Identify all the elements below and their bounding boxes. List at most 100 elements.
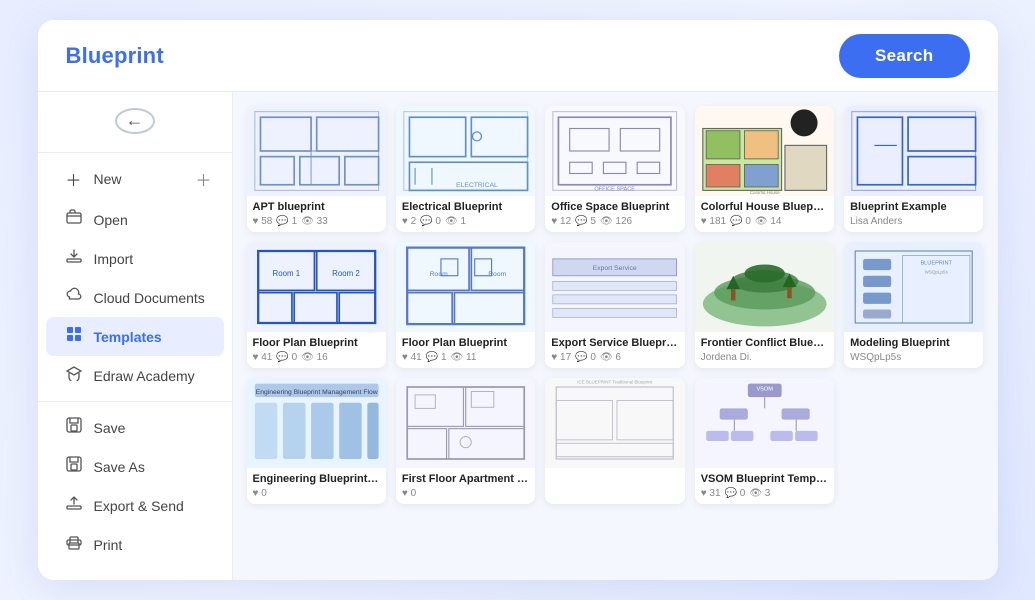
template-thumbnail-vsom: VSOM <box>695 378 834 468</box>
app-title: Blueprint <box>66 43 164 69</box>
svg-text:ELECTRICAL: ELECTRICAL <box>456 182 498 189</box>
template-name-first-floor: First Floor Apartment Blueprint <box>402 473 529 485</box>
meta-likes-office: ♥ 12 <box>551 216 571 227</box>
meta-views-office: 👁 126 <box>600 216 632 227</box>
back-button[interactable]: ← <box>115 108 155 134</box>
add-icon: ＋ <box>195 167 211 191</box>
meta-comments-colorful: 💬 0 <box>730 216 751 227</box>
template-thumbnail-apt <box>247 106 386 196</box>
svg-text:BLUEPRINT: BLUEPRINT <box>921 261 953 267</box>
template-info-colorful: Colorful House Blueprint ♥ 181 💬 0 👁 14 <box>695 196 834 232</box>
template-meta-modeling: WSQpLp5s <box>850 352 977 363</box>
sidebar-item-open[interactable]: Open <box>46 200 224 239</box>
meta-views-colorful: 👁 14 <box>755 216 782 227</box>
template-card-apt[interactable]: APT blueprint ♥ 58 💬 1 👁 33 <box>247 106 386 232</box>
template-thumbnail-modeling: BLUEPRINT WSQpLp5s <box>844 242 983 332</box>
template-name-colorful: Colorful House Blueprint <box>701 201 828 213</box>
sidebar-item-save-as[interactable]: Save As <box>46 447 224 486</box>
template-thumbnail-colorful: Colorful House <box>695 106 834 196</box>
template-card-blank[interactable]: ICE BLUEPRINT Traditional Blueprint <box>545 378 684 504</box>
template-info-vsom: VSOM Blueprint Template ♥ 31 💬 0 👁 3 <box>695 468 834 504</box>
template-name-frontier: Frontier Conflict Blueprints <box>701 337 828 349</box>
sidebar-label-save-as: Save As <box>94 459 145 475</box>
template-name-example: Blueprint Example <box>850 201 977 213</box>
template-meta-frontier: Jordena Di. <box>701 352 828 363</box>
template-info-floorplan2: Floor Plan Blueprint ♥ 41 💬 1 👁 11 <box>396 332 535 368</box>
svg-text:OFFICE SPACE: OFFICE SPACE <box>595 186 636 192</box>
template-thumbnail-engineering: Engineering Blueprint Management Flow <box>247 378 386 468</box>
template-meta-vsom: ♥ 31 💬 0 👁 3 <box>701 488 828 499</box>
template-thumbnail-example <box>844 106 983 196</box>
template-meta-colorful: ♥ 181 💬 0 👁 14 <box>701 216 828 227</box>
sidebar-divider <box>38 152 232 153</box>
meta-comments-electrical: 💬 0 <box>420 216 441 227</box>
template-info-engineering: Engineering Blueprint Management Flow ♥ … <box>247 468 386 504</box>
template-card-export-service[interactable]: Export Service Export Service Blueprint … <box>545 242 684 368</box>
template-meta-engineering: ♥ 0 <box>253 488 380 499</box>
svg-text:Colorful House: Colorful House <box>750 190 780 195</box>
sidebar-label-new: New <box>94 171 122 187</box>
template-card-example[interactable]: Blueprint Example Lisa Anders <box>844 106 983 232</box>
template-meta-floorplan2: ♥ 41 💬 1 👁 11 <box>402 352 529 363</box>
template-thumbnail-floorplan2: Room Room <box>396 242 535 332</box>
template-name-floorplan1: Floor Plan Blueprint <box>253 337 380 349</box>
sidebar-item-academy[interactable]: Edraw Academy <box>46 356 224 395</box>
template-info-modeling: Modeling Blueprint WSQpLp5s <box>844 332 983 368</box>
template-meta-floorplan1: ♥ 41 💬 0 👁 16 <box>253 352 380 363</box>
template-card-electrical[interactable]: ELECTRICAL Electrical Blueprint ♥ 2 💬 0 … <box>396 106 535 232</box>
template-info-electrical: Electrical Blueprint ♥ 2 💬 0 👁 1 <box>396 196 535 232</box>
meta-views-apt: 👁 33 <box>301 216 328 227</box>
template-meta-example: Lisa Anders <box>850 216 977 227</box>
sidebar-item-save[interactable]: Save <box>46 408 224 447</box>
template-thumbnail-electrical: ELECTRICAL <box>396 106 535 196</box>
sidebar-item-import[interactable]: Import <box>46 239 224 278</box>
template-thumbnail-floorplan1: Room 1 Room 2 <box>247 242 386 332</box>
export-icon <box>64 495 84 516</box>
template-info-example: Blueprint Example Lisa Anders <box>844 196 983 232</box>
template-card-frontier[interactable]: Frontier Conflict Blueprints Jordena Di. <box>695 242 834 368</box>
sidebar-label-save: Save <box>94 420 126 436</box>
sidebar-item-new[interactable]: ＋ New ＋ <box>46 158 224 200</box>
template-thumbnail-frontier <box>695 242 834 332</box>
sidebar-label-import: Import <box>94 251 134 267</box>
template-card-floorplan1[interactable]: Room 1 Room 2 Floor Plan Blueprint ♥ 41 … <box>247 242 386 368</box>
template-card-first-floor[interactable]: First Floor Apartment Blueprint ♥ 0 <box>396 378 535 504</box>
svg-text:ICE BLUEPRINT Traditional Blue: ICE BLUEPRINT Traditional Blueprint <box>578 380 654 385</box>
new-icon: ＋ <box>64 167 84 191</box>
template-name-engineering: Engineering Blueprint Management Flow <box>253 473 380 485</box>
template-meta-export-service: ♥ 17 💬 0 👁 6 <box>551 352 678 363</box>
template-thumbnail-first-floor <box>396 378 535 468</box>
sidebar-label-templates: Templates <box>94 329 162 345</box>
template-name-electrical: Electrical Blueprint <box>402 201 529 213</box>
template-thumbnail-export-service: Export Service <box>545 242 684 332</box>
template-card-engineering[interactable]: Engineering Blueprint Management Flow En… <box>247 378 386 504</box>
sidebar-item-print[interactable]: Print <box>46 525 224 564</box>
svg-text:Room: Room <box>430 271 448 278</box>
sidebar-item-cloud[interactable]: Cloud Documents <box>46 278 224 317</box>
template-card-modeling[interactable]: BLUEPRINT WSQpLp5s Modeling Blueprint WS… <box>844 242 983 368</box>
template-card-colorful[interactable]: Colorful House Colorful House Blueprint … <box>695 106 834 232</box>
sidebar-divider2 <box>38 401 232 402</box>
save-icon <box>64 417 84 438</box>
template-name-apt: APT blueprint <box>253 201 380 213</box>
svg-text:Room 1: Room 1 <box>272 269 300 278</box>
template-meta-first-floor: ♥ 0 <box>402 488 529 499</box>
sidebar-item-templates[interactable]: Templates <box>46 317 224 356</box>
template-card-office[interactable]: OFFICE SPACE Office Space Blueprint ♥ 12… <box>545 106 684 232</box>
template-card-vsom[interactable]: VSOM VSOM Blueprint Template ♥ 31 💬 0 👁 … <box>695 378 834 504</box>
sidebar-item-export[interactable]: Export & Send <box>46 486 224 525</box>
sidebar-label-academy: Edraw Academy <box>94 368 195 384</box>
template-meta-electrical: ♥ 2 💬 0 👁 1 <box>402 216 529 227</box>
print-icon <box>64 534 84 555</box>
template-info-floorplan1: Floor Plan Blueprint ♥ 41 💬 0 👁 16 <box>247 332 386 368</box>
meta-likes-colorful: ♥ 181 <box>701 216 726 227</box>
template-meta-apt: ♥ 58 💬 1 👁 33 <box>253 216 380 227</box>
template-thumbnail-blank: ICE BLUEPRINT Traditional Blueprint <box>545 378 684 468</box>
svg-text:VSOM: VSOM <box>756 386 773 392</box>
svg-text:Room 2: Room 2 <box>332 269 360 278</box>
template-info-export-service: Export Service Blueprint ♥ 17 💬 0 👁 6 <box>545 332 684 368</box>
search-button[interactable]: Search <box>839 34 970 78</box>
template-card-floorplan2[interactable]: Room Room Floor Plan Blueprint ♥ 41 💬 1 … <box>396 242 535 368</box>
meta-comments-apt: 💬 1 <box>276 216 297 227</box>
template-name-modeling: Modeling Blueprint <box>850 337 977 349</box>
